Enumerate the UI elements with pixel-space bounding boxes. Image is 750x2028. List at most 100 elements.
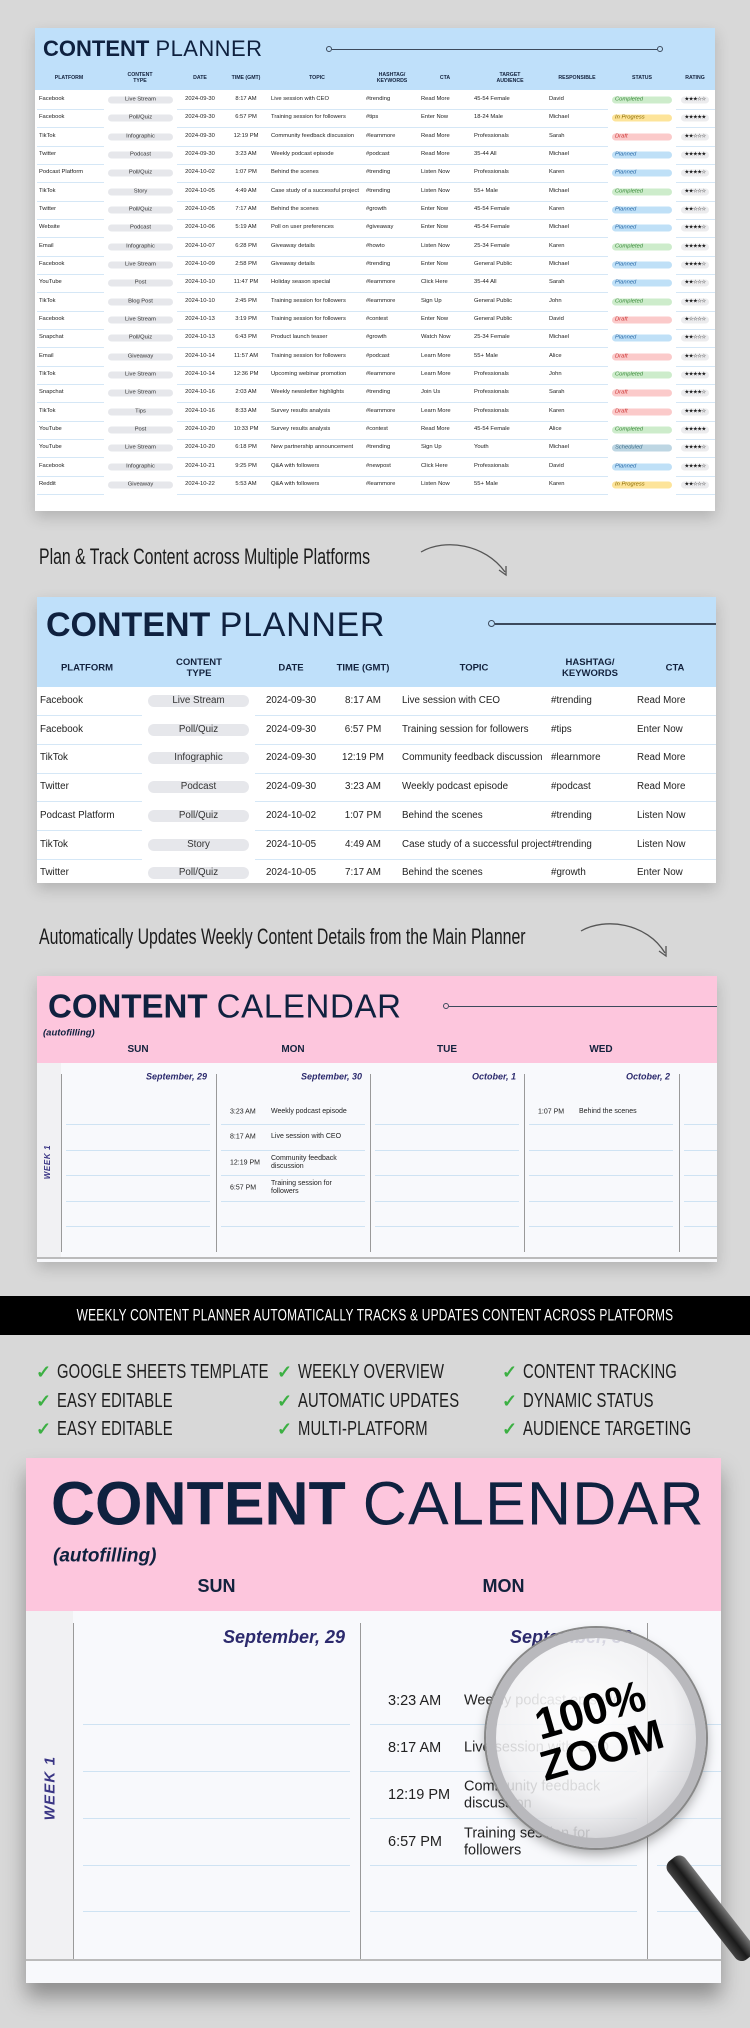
entry-time[interactable]: 12:19 PM	[230, 1160, 260, 1167]
column-header[interactable]: CONTENT TYPE	[120, 72, 160, 85]
slot-line	[83, 1771, 350, 1772]
rating-stars[interactable]: ★★☆☆☆	[681, 481, 709, 489]
slot-line	[684, 1201, 717, 1202]
status-badge[interactable]: In Progress	[612, 114, 672, 122]
column-header[interactable]: TIME (GMT)	[226, 75, 266, 82]
status-badge[interactable]: Completed	[612, 243, 672, 251]
cell-audience: Professionals	[474, 389, 509, 396]
column-header[interactable]: TIME (GMT)	[328, 663, 398, 675]
status-badge[interactable]: Draft	[612, 408, 672, 416]
entry-time[interactable]: 1:07 PM	[538, 1109, 564, 1116]
entry-topic[interactable]: Live session with CEO	[464, 1740, 634, 1757]
rating-stars[interactable]: ★★★☆☆	[681, 96, 709, 104]
status-badge[interactable]: Planned	[612, 224, 672, 232]
rating-stars[interactable]: ★★★★☆	[681, 444, 709, 452]
rating-stars[interactable]: ★★★★☆	[681, 389, 709, 397]
cell-topic: Training session for followers	[271, 316, 346, 323]
status-badge[interactable]: Planned	[612, 206, 672, 214]
row-divider	[177, 402, 608, 404]
column-header[interactable]: RATING	[675, 75, 715, 82]
rating-stars[interactable]: ★★★★★	[681, 151, 709, 159]
rating-stars[interactable]: ★★★★☆	[681, 463, 709, 471]
entry-topic[interactable]: Live session with CEO	[271, 1133, 361, 1141]
column-header[interactable]: PLATFORM	[49, 75, 89, 82]
column-header[interactable]: HASHTAG/ KEYWORDS	[372, 72, 412, 85]
status-badge[interactable]: Completed	[612, 426, 672, 434]
rating-stars[interactable]: ★★☆☆☆	[681, 206, 709, 214]
cell-time: 6:57 PM	[344, 723, 382, 735]
column-header[interactable]: STATUS	[622, 75, 662, 82]
feature-label: AUDIENCE TARGETING	[523, 1418, 692, 1440]
column-header[interactable]: HASHTAG/ KEYWORDS	[555, 657, 625, 680]
column-header[interactable]: TOPIC	[439, 663, 509, 675]
status-badge[interactable]: Completed	[612, 298, 672, 306]
entry-time[interactable]: 12:19 PM	[388, 1788, 450, 1803]
content-type-pill: Infographic	[108, 243, 173, 251]
status-badge[interactable]: Draft	[612, 133, 672, 141]
status-badge[interactable]: Completed	[612, 371, 672, 379]
entry-time[interactable]: 6:57 PM	[230, 1185, 256, 1192]
cell-date: 2024-10-05	[265, 867, 317, 879]
rating-stars[interactable]: ★★★★☆	[681, 224, 709, 232]
entry-time[interactable]: 6:57 PM	[388, 1835, 442, 1850]
column-header[interactable]: CONTENT TYPE	[164, 657, 234, 680]
cell-topic: Case study of a successful project	[271, 187, 359, 194]
status-badge[interactable]: Completed	[612, 96, 672, 104]
column-header[interactable]: TOPIC	[297, 75, 337, 82]
column-header[interactable]: RESPONSIBLE	[557, 75, 597, 82]
rating-stars[interactable]: ★★★★★	[681, 243, 709, 251]
entry-time[interactable]: 8:17 AM	[230, 1134, 256, 1141]
column-header[interactable]: PLATFORM	[52, 663, 122, 675]
rating-stars[interactable]: ★★★★☆	[681, 408, 709, 416]
entry-topic[interactable]: Training session for followers	[464, 1825, 634, 1858]
slot-line	[375, 1175, 519, 1176]
rating-stars[interactable]: ★★☆☆☆	[681, 188, 709, 196]
status-badge[interactable]: Draft	[612, 389, 672, 397]
rating-stars[interactable]: ★★★★☆	[681, 261, 709, 269]
rating-stars[interactable]: ★★☆☆☆	[681, 279, 709, 287]
entry-time[interactable]: 3:23 AM	[230, 1109, 256, 1116]
cell-platform: TikTok	[40, 838, 68, 850]
cell-topic: Behind the scenes	[271, 206, 319, 213]
status-badge[interactable]: Planned	[612, 334, 672, 342]
entry-time[interactable]: 8:17 AM	[388, 1741, 441, 1756]
column-header[interactable]: TARGET AUDIENCE	[490, 72, 530, 85]
cell-date: 2024-10-10	[185, 279, 215, 286]
rating-stars[interactable]: ★☆☆☆☆	[681, 316, 709, 324]
column-header[interactable]: DATE	[256, 663, 326, 675]
column-header[interactable]: CTA	[640, 663, 710, 675]
rating-stars[interactable]: ★★☆☆☆	[681, 334, 709, 342]
rating-stars[interactable]: ★★☆☆☆	[681, 133, 709, 141]
entry-time[interactable]: 3:23 AM	[388, 1694, 441, 1709]
entry-topic[interactable]: Weekly podcast episode	[271, 1108, 361, 1116]
cell-hashtag: #growth	[366, 334, 387, 341]
status-badge[interactable]: Scheduled	[612, 444, 672, 452]
rating-stars[interactable]: ★★★★★	[681, 426, 709, 434]
row-divider	[37, 830, 142, 832]
rating-stars[interactable]: ★★☆☆☆	[681, 353, 709, 361]
rating-stars[interactable]: ★★★☆☆	[681, 298, 709, 306]
entry-topic[interactable]: Behind the scenes	[579, 1108, 669, 1116]
rating-stars[interactable]: ★★★★★	[681, 371, 709, 379]
row-divider	[676, 402, 715, 404]
cell-time: 1:07 PM	[344, 809, 382, 821]
column-header[interactable]: CTA	[425, 75, 465, 82]
entry-topic[interactable]: Community feedback discussion	[271, 1155, 361, 1171]
entry-topic[interactable]: Training session for followers	[271, 1180, 361, 1196]
entry-topic[interactable]: Weekly podcast episode	[464, 1693, 634, 1710]
status-badge[interactable]: Planned	[612, 151, 672, 159]
rating-stars[interactable]: ★★★★☆	[681, 169, 709, 177]
status-badge[interactable]: In Progress	[612, 481, 672, 489]
status-badge[interactable]: Draft	[612, 316, 672, 324]
column-header[interactable]: DATE	[180, 75, 220, 82]
status-badge[interactable]: Planned	[612, 463, 672, 471]
entry-topic[interactable]: Community feedback discussion	[464, 1778, 634, 1811]
status-badge[interactable]: Planned	[612, 279, 672, 287]
row-divider	[37, 347, 104, 349]
status-badge[interactable]: Draft	[612, 353, 672, 361]
status-badge[interactable]: Planned	[612, 169, 672, 177]
status-badge[interactable]: Planned	[612, 261, 672, 269]
rating-stars[interactable]: ★★★★★	[681, 114, 709, 122]
status-badge[interactable]: Completed	[612, 188, 672, 196]
cell-hashtag: #learnmore	[366, 297, 396, 304]
